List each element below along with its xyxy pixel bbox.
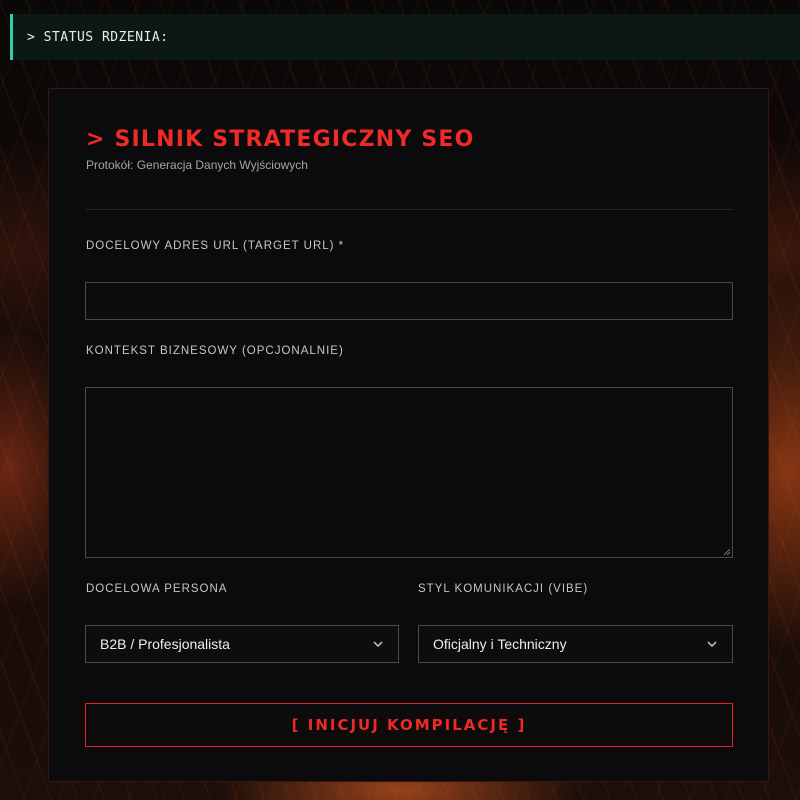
- vibe-label: STYL KOMUNIKACJI (VIBE): [418, 583, 589, 595]
- persona-label: DOCELOWA PERSONA: [86, 583, 228, 595]
- target-url-label: DOCELOWY ADRES URL (TARGET URL) *: [86, 240, 345, 252]
- page-subtitle: Protokół: Generacja Danych Wyjściowych: [86, 158, 308, 172]
- compile-button[interactable]: [ INICJUJ KOMPILACJĘ ]: [85, 703, 733, 747]
- persona-select[interactable]: B2B / Profesjonalista: [85, 625, 399, 663]
- core-status-label: > STATUS RDZENIA:: [27, 29, 169, 45]
- compile-button-label: [ INICJUJ KOMPILACJĘ ]: [291, 716, 527, 734]
- vibe-selected-value: Oficjalny i Techniczny: [433, 636, 567, 652]
- target-url-input[interactable]: [85, 282, 733, 320]
- chevron-down-icon: [707, 641, 717, 647]
- chevron-down-icon: [373, 641, 383, 647]
- header-divider: [86, 209, 733, 210]
- core-status-bar: > STATUS RDZENIA:: [10, 14, 800, 60]
- persona-selected-value: B2B / Profesjonalista: [100, 636, 230, 652]
- page-title: > SILNIK STRATEGICZNY SEO: [86, 127, 475, 152]
- business-context-label: KONTEKST BIZNESOWY (OPCJONALNIE): [86, 345, 344, 357]
- resize-handle-icon[interactable]: [724, 549, 730, 555]
- seo-engine-panel: > SILNIK STRATEGICZNY SEO Protokół: Gene…: [48, 88, 769, 782]
- vibe-select[interactable]: Oficjalny i Techniczny: [418, 625, 733, 663]
- business-context-textarea[interactable]: [85, 387, 733, 558]
